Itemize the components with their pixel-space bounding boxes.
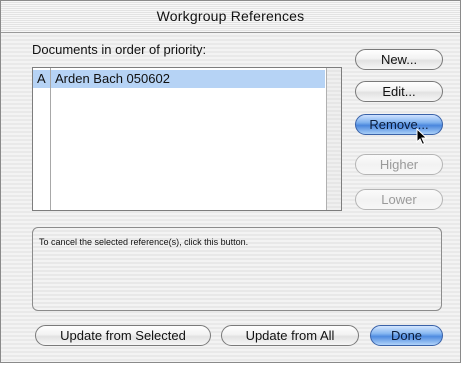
dialog-window: Workgroup References Documents in order … [0, 0, 461, 363]
window-title: Workgroup References [156, 8, 305, 24]
edit-button[interactable]: Edit... [355, 81, 443, 102]
title-bar[interactable]: Workgroup References [1, 1, 460, 33]
new-button[interactable]: New... [355, 49, 443, 70]
update-from-selected-button[interactable]: Update from Selected [35, 325, 211, 346]
done-button[interactable]: Done [370, 325, 443, 346]
remove-button[interactable]: Remove... [355, 114, 443, 135]
help-text: To cancel the selected reference(s), cli… [39, 237, 249, 247]
list-item[interactable]: A Arden Bach 050602 [33, 70, 325, 88]
row-name: Arden Bach 050602 [55, 71, 170, 86]
higher-button[interactable]: Higher [355, 154, 443, 175]
help-box: To cancel the selected reference(s), cli… [32, 227, 442, 311]
update-from-all-button[interactable]: Update from All [221, 325, 359, 346]
documents-list[interactable]: A Arden Bach 050602 [32, 67, 342, 211]
list-scrollbar[interactable] [326, 68, 341, 210]
documents-list-label: Documents in order of priority: [32, 42, 207, 57]
mouse-pointer-icon [416, 128, 428, 146]
row-letter: A [37, 71, 46, 86]
column-divider [50, 68, 51, 210]
lower-button[interactable]: Lower [355, 189, 443, 210]
